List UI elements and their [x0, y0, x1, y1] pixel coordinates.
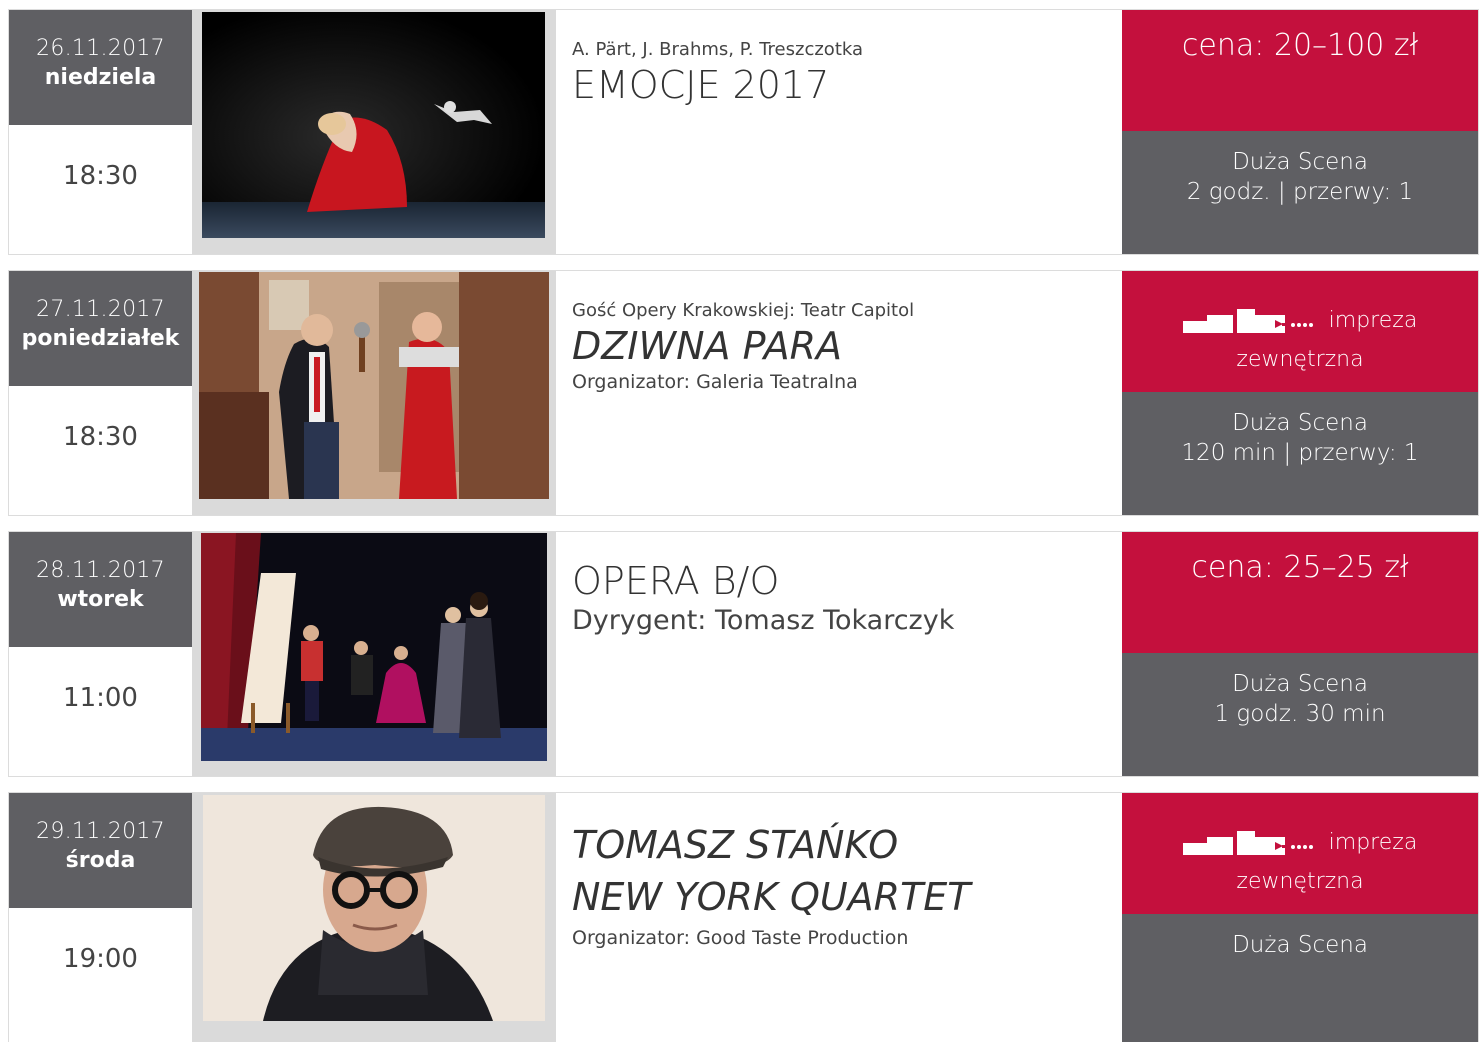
event-time: 18:30	[63, 161, 138, 191]
event-image-comedy[interactable]	[199, 272, 549, 499]
event-row[interactable]: 28.11.2017 wtorek 11:00 OPERA B/O Dyryge…	[8, 531, 1479, 777]
event-image-frame[interactable]	[192, 532, 556, 776]
event-title-line-1: TOMASZ STAŃKO	[572, 823, 899, 867]
event-image-frame[interactable]	[192, 271, 556, 515]
venue-box: Duża Scena	[1122, 914, 1478, 1042]
event-title[interactable]: EMOCJE 2017	[572, 62, 1112, 108]
event-row[interactable]: 26.11.2017 niedziela 18:30 A. Pärt, J. B…	[8, 9, 1479, 255]
event-image-ballet[interactable]	[202, 12, 545, 238]
event-title-line-2: NEW YORK QUARTET	[572, 875, 971, 919]
event-time-box: 11:00	[9, 647, 192, 776]
event-venue: Duża Scena	[1232, 671, 1368, 697]
event-image-opera[interactable]	[201, 533, 547, 761]
event-weekday: wtorek	[57, 587, 144, 612]
date-box: 28.11.2017 wtorek	[9, 532, 192, 647]
event-duration: 2 godz. | przerwy: 1	[1186, 179, 1414, 205]
theatre-logo-icon	[1182, 831, 1313, 855]
event-venue: Duża Scena	[1232, 932, 1368, 958]
event-time-box: 19:00	[9, 908, 192, 1042]
theatre-logo-icon	[1182, 309, 1313, 333]
event-organizer: Organizator: Galeria Teatralna	[572, 371, 858, 393]
event-time: 18:30	[63, 422, 138, 452]
event-date: 28.11.2017	[36, 558, 165, 583]
event-weekday: niedziela	[44, 65, 157, 90]
event-subtitle: Gość Opery Krakowskiej: Teatr Capitol	[572, 300, 915, 321]
external-label-2: zewnętrzna	[1236, 347, 1364, 372]
event-date: 27.11.2017	[36, 297, 165, 322]
event-image-portrait[interactable]	[203, 795, 545, 1021]
event-description: Gość Opery Krakowskiej: Teatr Capitol DZ…	[572, 271, 1112, 395]
event-row[interactable]: 27.11.2017 poniedziałek 18:30 Gość Opery…	[8, 270, 1479, 516]
external-label-1: impreza	[1328, 307, 1418, 333]
venue-box: Duża Scena 1 godz. 30 min	[1122, 653, 1478, 776]
event-time: 19:00	[63, 944, 138, 974]
event-date: 29.11.2017	[36, 819, 165, 844]
event-price: cena: 25–25 zł	[1191, 550, 1409, 585]
venue-box: Duża Scena 2 godz. | przerwy: 1	[1122, 131, 1478, 254]
event-venue: Duża Scena	[1232, 410, 1368, 436]
external-event-box[interactable]: impreza zewnętrzna	[1122, 271, 1478, 392]
date-box: 27.11.2017 poniedziałek	[9, 271, 192, 386]
event-conductor: Dyrygent: Tomasz Tokarczyk	[572, 605, 955, 636]
venue-box: Duża Scena 120 min | przerwy: 1	[1122, 392, 1478, 515]
event-subtitle: A. Pärt, J. Brahms, P. Treszczotka	[572, 39, 864, 60]
event-duration: 120 min | przerwy: 1	[1181, 440, 1419, 466]
event-row[interactable]: 29.11.2017 środa 19:00 TOMASZ STAŃKO NEW…	[8, 792, 1479, 1042]
event-title[interactable]: OPERA B/O	[572, 558, 1112, 604]
event-price: cena: 20–100 zł	[1181, 28, 1419, 63]
external-event-box[interactable]: impreza zewnętrzna	[1122, 793, 1478, 914]
event-duration: 1 godz. 30 min	[1214, 701, 1386, 727]
event-description: OPERA B/O Dyrygent: Tomasz Tokarczyk	[572, 532, 1112, 638]
event-time-box: 18:30	[9, 386, 192, 515]
external-event-line: impreza	[1122, 307, 1478, 333]
price-box[interactable]: cena: 25–25 zł	[1122, 532, 1478, 653]
event-weekday: poniedziałek	[21, 326, 180, 351]
event-weekday: środa	[65, 848, 136, 873]
external-event-line: impreza	[1122, 829, 1478, 855]
event-description: TOMASZ STAŃKO NEW YORK QUARTET Organizat…	[572, 793, 1112, 951]
event-title[interactable]: DZIWNA PARA	[572, 323, 1112, 369]
event-description: A. Pärt, J. Brahms, P. Treszczotka EMOCJ…	[572, 10, 1112, 108]
external-label-2: zewnętrzna	[1236, 869, 1364, 894]
date-box: 26.11.2017 niedziela	[9, 10, 192, 125]
price-box[interactable]: cena: 20–100 zł	[1122, 10, 1478, 131]
event-organizer: Organizator: Good Taste Production	[572, 927, 909, 949]
event-time: 11:00	[63, 683, 138, 713]
date-box: 29.11.2017 środa	[9, 793, 192, 908]
external-label-1: impreza	[1328, 829, 1418, 855]
event-title[interactable]: TOMASZ STAŃKO NEW YORK QUARTET	[572, 819, 1112, 923]
event-image-frame[interactable]	[192, 10, 556, 254]
event-image-frame[interactable]	[192, 793, 556, 1042]
event-venue: Duża Scena	[1232, 149, 1368, 175]
event-time-box: 18:30	[9, 125, 192, 254]
event-date: 26.11.2017	[36, 36, 165, 61]
